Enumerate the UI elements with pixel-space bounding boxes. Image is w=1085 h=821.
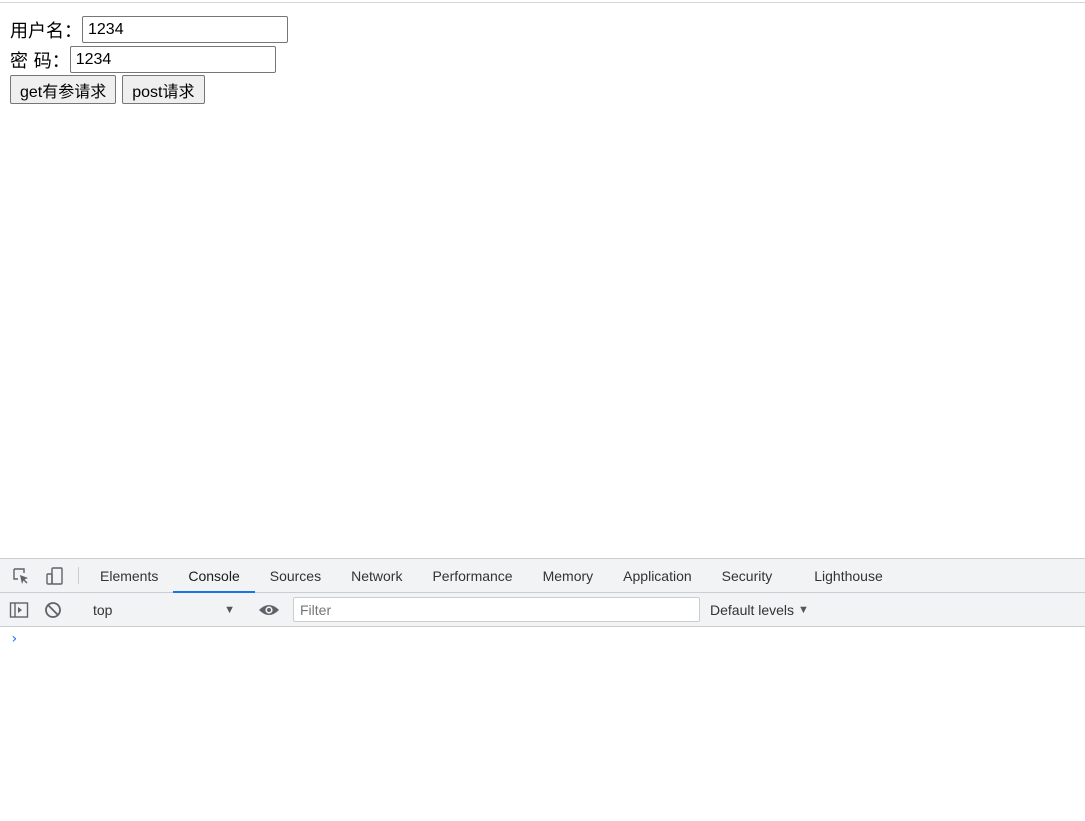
post-request-button[interactable]: post请求 bbox=[122, 75, 205, 104]
live-expression-icon[interactable] bbox=[258, 602, 280, 618]
tab-console[interactable]: Console bbox=[173, 559, 256, 593]
tab-sources[interactable]: Sources bbox=[255, 559, 336, 592]
password-label: 密 码： bbox=[10, 50, 70, 72]
page-content: 用户名： 密 码： get有参请求 post请求 bbox=[0, 0, 1085, 558]
inspect-element-icon[interactable] bbox=[4, 559, 38, 592]
show-sidebar-icon[interactable] bbox=[2, 600, 36, 620]
tab-performance[interactable]: Performance bbox=[417, 559, 527, 592]
console-toolbar: top ▼ Default levels ▼ bbox=[0, 593, 1085, 627]
password-row: 密 码： bbox=[10, 46, 276, 73]
tab-lighthouse[interactable]: Lighthouse bbox=[799, 559, 898, 592]
username-row: 用户名： bbox=[10, 16, 288, 43]
username-input[interactable] bbox=[82, 16, 288, 43]
log-levels-label: Default levels bbox=[710, 601, 795, 618]
password-input[interactable] bbox=[69, 46, 276, 73]
log-levels-dropdown[interactable]: Default levels ▼ bbox=[710, 602, 809, 618]
tab-security[interactable]: Security bbox=[707, 559, 788, 592]
tab-memory[interactable]: Memory bbox=[528, 559, 609, 592]
username-label: 用户名： bbox=[10, 20, 82, 42]
dropdown-arrow-icon: ▼ bbox=[798, 603, 809, 616]
console-prompt[interactable]: › bbox=[10, 631, 18, 647]
context-value: top bbox=[93, 601, 113, 618]
button-row: get有参请求 post请求 bbox=[10, 75, 205, 104]
tabbar-divider bbox=[78, 567, 79, 584]
tab-network[interactable]: Network bbox=[336, 559, 417, 592]
console-output[interactable]: › bbox=[0, 627, 1085, 817]
context-selector[interactable]: top ▼ bbox=[83, 598, 245, 622]
clear-console-icon[interactable] bbox=[36, 600, 70, 620]
tab-application[interactable]: Application bbox=[608, 559, 707, 592]
filter-input[interactable] bbox=[293, 597, 700, 622]
devtools-panel: Elements Console Sources Network Perform… bbox=[0, 558, 1085, 821]
device-toolbar-icon[interactable] bbox=[38, 559, 72, 592]
dropdown-arrow-icon: ▼ bbox=[224, 603, 235, 616]
get-request-button[interactable]: get有参请求 bbox=[10, 75, 117, 104]
tab-elements[interactable]: Elements bbox=[85, 559, 173, 592]
devtools-tabbar: Elements Console Sources Network Perform… bbox=[0, 559, 1085, 593]
